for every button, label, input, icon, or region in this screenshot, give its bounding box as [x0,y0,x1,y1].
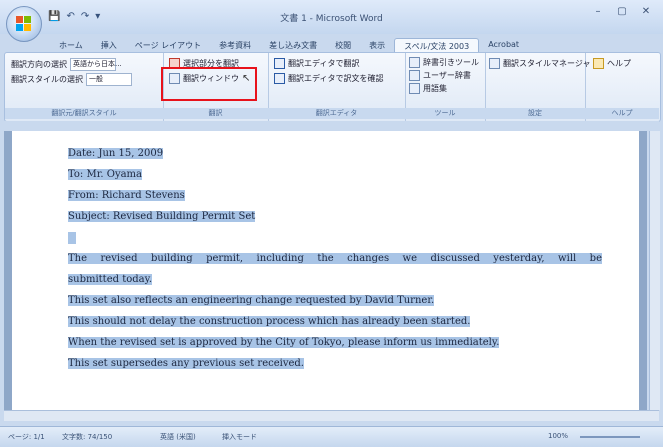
status-language[interactable]: 英語 (米国) [160,432,196,442]
doc-line-revised-text: The revised building permit, including t… [68,253,602,264]
editor-check-button[interactable]: 翻訳エディタで訳文を確認 [274,73,383,84]
doc-line-revised[interactable]: The revised building permit, including t… [68,253,602,264]
vertical-scrollbar[interactable] [649,131,660,410]
title-bar: 💾 ↶ ↷ ▾ 文書 1 - Microsoft Word – ▢ ✕ [0,0,663,34]
translation-style: 翻訳スタイルの選択 一般 [11,73,132,86]
status-bar: ページ: 1/1 文字数: 74/150 英語 (米国) 挿入モード 100% [0,426,663,447]
group-tools: 辞書引きツール ユーザー辞書 用語集 ツール [405,53,486,121]
document-area: Date: Jun 15, 2009 To: Mr. Oyama From: R… [4,131,647,410]
ribbon: 翻訳方向の選択 英語から日本... 翻訳スタイルの選択 一般 翻訳元/翻訳スタイ… [4,52,661,122]
group-label-source: 翻訳元/翻訳スタイル [5,108,163,119]
doc-line-submitted-text: submitted today. [68,274,153,285]
group-label-settings: 設定 [485,108,585,119]
doc-line-to[interactable]: To: Mr. Oyama [68,169,142,180]
doc-line-date[interactable]: Date: Jun 15, 2009 [68,148,164,159]
group-label-tools: ツール [405,108,485,119]
status-zoom-level[interactable]: 100% [548,432,568,440]
doc-line-subject[interactable]: Subject: Revised Building Permit Set [68,211,256,222]
group-label-translate: 翻訳 [163,108,268,119]
glossary-icon [409,83,420,94]
status-word-count[interactable]: 文字数: 74/150 [62,432,112,442]
doc-line-reflects-text: This set also reflects an engineering ch… [68,295,435,306]
status-insert-mode[interactable]: 挿入モード [222,432,257,442]
help-icon [593,58,604,69]
office-logo-icon [16,16,31,31]
doc-line-supersedes[interactable]: This set supersedes any previous set rec… [68,358,304,369]
user-dictionary-label: ユーザー辞書 [423,71,471,80]
translation-direction-select[interactable]: 英語から日本... [70,58,122,71]
highlight-box [161,67,257,101]
editor-translate-label: 翻訳エディタで翻訳 [288,59,360,68]
doc-line-reflects[interactable]: This set also reflects an engineering ch… [68,295,435,306]
maximize-button[interactable]: ▢ [612,6,632,20]
glossary-label: 用語集 [423,84,447,93]
doc-line-subject-text: Subject: Revised Building Permit Set [68,211,256,222]
editor-translate-button[interactable]: 翻訳エディタで翻訳 [274,58,359,69]
doc-line-delay-text: This should not delay the construction p… [68,316,471,327]
group-label-help: ヘルプ [585,108,659,119]
doc-line-blank[interactable] [68,232,76,247]
zoom-slider[interactable] [580,436,640,438]
doc-line-delay[interactable]: This should not delay the construction p… [68,316,471,327]
help-label: ヘルプ [607,59,631,68]
dictionary-tool-label: 辞書引きツール [423,58,479,67]
user-dictionary-button[interactable]: ユーザー辞書 [409,70,471,81]
dictionary-tool-button[interactable]: 辞書引きツール [409,57,479,68]
translation-direction: 翻訳方向の選択 英語から日本... [11,58,122,71]
minimize-button[interactable]: – [588,6,608,20]
window-title: 文書 1 - Microsoft Word [280,14,383,24]
glossary-button[interactable]: 用語集 [409,83,447,94]
office-button[interactable] [6,6,42,42]
doc-line-to-text: To: Mr. Oyama [68,169,142,180]
editor-check-label: 翻訳エディタで訳文を確認 [288,74,384,83]
editor-icon [274,58,285,69]
doc-line-supersedes-text: This set supersedes any previous set rec… [68,358,304,369]
group-label-editor: 翻訳エディタ [268,108,405,119]
translation-direction-label: 翻訳方向の選択 [11,60,67,69]
group-settings: 翻訳スタイルマネージャ 設定 [485,53,590,121]
doc-line-approved-text: When the revised set is approved by the … [68,337,500,348]
doc-line-submitted[interactable]: submitted today. [68,274,153,285]
style-manager-icon [489,58,500,69]
status-page[interactable]: ページ: 1/1 [8,432,45,442]
group-help: ヘルプ ヘルプ [585,53,659,121]
style-manager-button[interactable]: 翻訳スタイルマネージャ [489,58,590,69]
horizontal-scrollbar[interactable] [4,410,659,421]
translation-style-label: 翻訳スタイルの選択 [11,75,83,84]
doc-line-from[interactable]: From: Richard Stevens [68,190,185,201]
user-dictionary-icon [409,70,420,81]
translation-style-select[interactable]: 一般 [86,73,132,86]
doc-line-from-text: From: Richard Stevens [68,190,185,201]
doc-line-approved[interactable]: When the revised set is approved by the … [68,337,500,348]
group-translation-editor: 翻訳エディタで翻訳 翻訳エディタで訳文を確認 翻訳エディタ [268,53,406,121]
dictionary-icon [409,57,420,68]
style-manager-label: 翻訳スタイルマネージャ [503,59,591,68]
document-page[interactable]: Date: Jun 15, 2009 To: Mr. Oyama From: R… [12,131,639,410]
help-button[interactable]: ヘルプ [593,58,631,69]
doc-line-date-text: Date: Jun 15, 2009 [68,148,164,159]
close-button[interactable]: ✕ [636,6,656,20]
group-translation-source: 翻訳方向の選択 英語から日本... 翻訳スタイルの選択 一般 翻訳元/翻訳スタイ… [5,53,164,121]
editor-check-icon [274,73,285,84]
doc-line-blank-text [68,232,76,244]
ruler [4,121,659,131]
